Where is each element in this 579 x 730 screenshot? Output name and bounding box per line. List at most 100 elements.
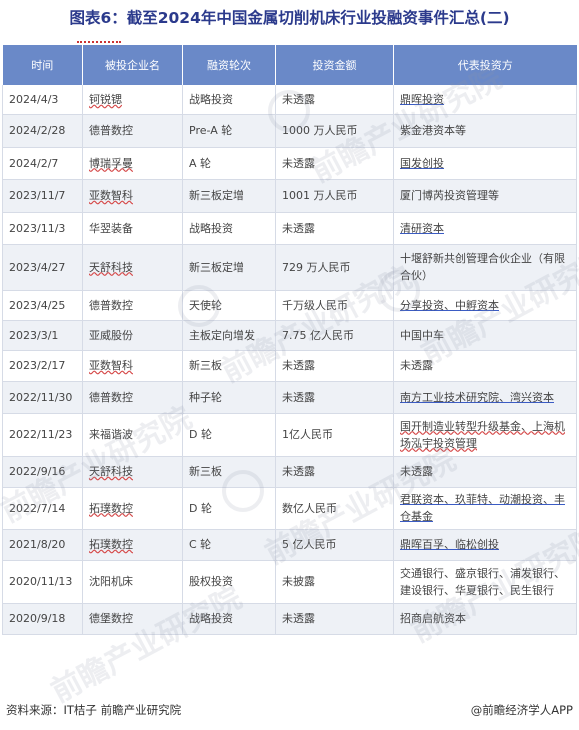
table-row: 2023/4/25 德普数控 天使轮 千万级人民币 分享投资、中孵资本 xyxy=(2,290,577,321)
cell-company: 博瑞孚曼 xyxy=(82,147,183,180)
cell-amount-text: 千万级人民币 xyxy=(282,298,348,312)
cell-amount: 未透露 xyxy=(275,350,394,382)
cell-amount-text: 5 亿人民币 xyxy=(282,538,337,551)
cell-round: D 轮 xyxy=(182,413,276,457)
cell-date: 2022/11/30 xyxy=(2,381,83,414)
cell-investors-text: 鼎晖百孚、临松创投 xyxy=(400,538,499,551)
cell-date-text: 2022/7/14 xyxy=(9,501,66,515)
cell-date-text: 2021/8/20 xyxy=(9,538,66,551)
cell-round: 战略投资 xyxy=(182,603,276,635)
cell-company: 天舒科技 xyxy=(82,244,183,291)
cell-amount-text: 未透露 xyxy=(282,156,315,170)
header-round: 融资轮次 xyxy=(182,45,276,85)
cell-date-text: 2020/11/13 xyxy=(9,575,73,588)
title-accent-line xyxy=(77,41,121,43)
table-row: 2024/2/7 博瑞孚曼 A 轮 未透露 国发创投 xyxy=(2,147,577,180)
cell-company: 德堡数控 xyxy=(82,603,183,635)
cell-amount-text: 未披露 xyxy=(282,575,315,588)
cell-company: 华翌装备 xyxy=(82,212,183,245)
cell-round: 战略投资 xyxy=(182,212,276,245)
cell-company: 钶锐锶 xyxy=(82,85,183,115)
cell-round-text: 战略投资 xyxy=(189,612,233,625)
cell-date-text: 2022/9/16 xyxy=(9,465,66,478)
table-row: 2023/11/3 华翌装备 战略投资 未透露 清研资本 xyxy=(2,212,577,245)
cell-company-text: 拓璞数控 xyxy=(89,538,133,551)
cell-round: D 轮 xyxy=(182,487,276,530)
cell-amount-text: 未透露 xyxy=(282,359,315,372)
cell-date-text: 2023/11/7 xyxy=(9,189,66,202)
cell-round-text: 新三板定增 xyxy=(189,260,244,274)
cell-company-text: 钶锐锶 xyxy=(89,92,122,106)
cell-investors-text: 紫金港资本等 xyxy=(400,124,466,137)
cell-round-text: 天使轮 xyxy=(189,298,222,312)
cell-company: 拓璞数控 xyxy=(82,487,183,530)
table-row: 2023/4/27 天舒科技 新三板定增 729 万人民币 十堰舒新共创管理合伙企业（有… xyxy=(2,244,577,291)
cell-round: 股权投资 xyxy=(182,560,276,604)
table-header-row: 时间 被投企业名 融资轮次 投资金额 代表投资方 xyxy=(2,45,577,85)
cell-investors-text: 清研资本 xyxy=(400,221,444,235)
cell-round: C 轮 xyxy=(182,529,276,561)
cell-date: 2022/9/16 xyxy=(2,456,83,488)
cell-investors: 未透露 xyxy=(393,350,577,382)
cell-amount-text: 未透露 xyxy=(282,612,315,625)
cell-investors-text: 未透露 xyxy=(400,465,433,478)
cell-amount-text: 未透露 xyxy=(282,390,315,404)
cell-amount: 1000 万人民币 xyxy=(275,114,394,148)
cell-company: 天舒科技 xyxy=(82,456,183,488)
cell-amount: 未透露 xyxy=(275,381,394,414)
cell-company-text: 德堡数控 xyxy=(89,612,133,625)
cell-amount: 5 亿人民币 xyxy=(275,529,394,561)
cell-date-text: 2024/4/3 xyxy=(9,92,59,106)
header-investors: 代表投资方 xyxy=(393,45,577,85)
cell-date: 2021/8/20 xyxy=(2,529,83,561)
cell-date-text: 2022/11/30 xyxy=(9,390,73,404)
cell-date: 2024/4/3 xyxy=(2,85,83,115)
page: 图表6：截至2024年中国金属切削机床行业投融资事件汇总(二) 时间 被投企业名… xyxy=(0,0,579,730)
table-row: 2020/11/13 沈阳机床 股权投资 未披露 交通银行、盛京银行、浦发银行、建设银行… xyxy=(2,560,577,604)
table-row: 2023/3/1 亚威股份 主板定向增发 7.75 亿人民币 中国中车 xyxy=(2,320,577,351)
cell-date-text: 2022/11/23 xyxy=(9,428,73,441)
cell-round-text: 战略投资 xyxy=(189,92,233,106)
cell-round-text: 新三板 xyxy=(189,465,222,478)
cell-investors: 中国中车 xyxy=(393,320,577,351)
table-row: 2020/9/18 德堡数控 战略投资 未透露 招商启航资本 xyxy=(2,603,577,635)
cell-amount-text: 7.75 亿人民币 xyxy=(282,328,354,342)
cell-date: 2024/2/7 xyxy=(2,147,83,180)
cell-round: 新三板定增 xyxy=(182,244,276,291)
cell-amount: 729 万人民币 xyxy=(275,244,394,291)
cell-round-text: A 轮 xyxy=(189,156,212,170)
cell-date: 2020/11/13 xyxy=(2,560,83,604)
cell-date-text: 2023/3/1 xyxy=(9,328,59,342)
table-row: 2022/11/30 德普数控 种子轮 未透露 南方工业技术研究院、湾兴资本 xyxy=(2,381,577,414)
footer-brand: @前瞻经济学人APP xyxy=(470,703,573,717)
cell-amount: 1001 万人民币 xyxy=(275,179,394,213)
cell-round: 种子轮 xyxy=(182,381,276,414)
cell-amount-text: 1亿人民币 xyxy=(282,428,333,441)
cell-investors: 鼎晖投资 xyxy=(393,85,577,115)
footer-source: 资料来源：IT桔子 前瞻产业研究院 xyxy=(6,703,182,717)
cell-round: 天使轮 xyxy=(182,290,276,321)
cell-investors-text: 分享投资、中孵资本 xyxy=(400,298,499,312)
cell-round: Pre-A 轮 xyxy=(182,114,276,148)
cell-company-text: 德普数控 xyxy=(89,390,133,404)
cell-round-text: Pre-A 轮 xyxy=(189,124,233,137)
cell-round: 主板定向增发 xyxy=(182,320,276,351)
cell-date: 2024/2/28 xyxy=(2,114,83,148)
cell-investors: 国发创投 xyxy=(393,147,577,180)
cell-round-text: 股权投资 xyxy=(189,575,233,588)
cell-investors: 十堰舒新共创管理合伙企业（有限合伙） xyxy=(393,244,577,291)
cell-investors-text: 国发创投 xyxy=(400,156,444,170)
cell-round-text: D 轮 xyxy=(189,428,212,441)
cell-date-text: 2024/2/28 xyxy=(9,124,66,137)
cell-amount: 千万级人民币 xyxy=(275,290,394,321)
cell-round: 新三板定增 xyxy=(182,179,276,213)
cell-investors: 君联资本、玖菲特、动潮投资、丰仓基金 xyxy=(393,487,577,530)
cell-investors-text: 中国中车 xyxy=(400,328,444,342)
cell-amount: 未透露 xyxy=(275,85,394,115)
cell-amount: 未透露 xyxy=(275,147,394,180)
cell-date-text: 2023/4/27 xyxy=(9,260,66,274)
header-company: 被投企业名 xyxy=(82,45,183,85)
cell-investors: 清研资本 xyxy=(393,212,577,245)
cell-round-text: 战略投资 xyxy=(189,221,233,235)
cell-investors: 鼎晖百孚、临松创投 xyxy=(393,529,577,561)
